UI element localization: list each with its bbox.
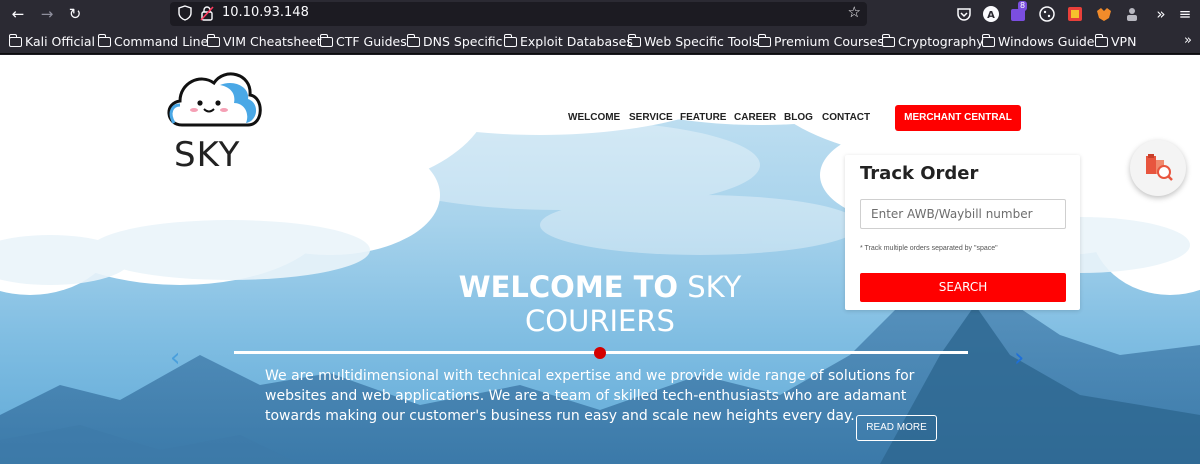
folder-icon xyxy=(1094,33,1108,47)
firefox-fox-icon[interactable] xyxy=(1095,5,1113,23)
extension-badge-count: 8 xyxy=(1018,1,1028,11)
bookmark-dns-specific[interactable]: DNS Specific xyxy=(406,33,503,50)
folder-icon xyxy=(97,33,111,47)
bookmark-ctf-guides[interactable]: CTF Guides xyxy=(319,33,407,50)
bookmark-vpn[interactable]: VPN xyxy=(1094,33,1136,50)
folder-icon xyxy=(206,33,220,47)
cookie-icon[interactable] xyxy=(1038,5,1056,23)
folder-icon xyxy=(881,33,895,47)
browser-toolbar: ← → ↻ 10.10.93.148 ☆ A 8 » ≡ xyxy=(0,0,1200,29)
track-order-title: Track Order xyxy=(860,163,979,184)
folder-icon xyxy=(981,33,995,47)
bookmark-command-line[interactable]: Command Line xyxy=(97,33,208,50)
hero-description: We are multidimensional with technical e… xyxy=(265,368,915,424)
bookmark-cryptography[interactable]: Cryptography xyxy=(881,33,984,50)
bookmark-web-specific-tools[interactable]: Web Specific Tools xyxy=(627,33,759,50)
folder-icon xyxy=(8,33,22,47)
url-text: 10.10.93.148 xyxy=(222,5,309,20)
nav-career[interactable]: CAREER xyxy=(734,112,776,123)
back-icon[interactable]: ← xyxy=(7,3,29,25)
merchant-central-button[interactable]: MERCHANT CENTRAL xyxy=(895,105,1021,131)
shield-icon[interactable] xyxy=(178,5,192,21)
folder-icon xyxy=(627,33,641,47)
bookmark-exploit-databases[interactable]: Exploit Databases xyxy=(503,33,633,50)
bookmark-star-icon[interactable]: ☆ xyxy=(848,3,861,21)
hero-title-sky: SKY xyxy=(687,270,742,304)
folder-icon xyxy=(406,33,420,47)
forward-icon[interactable]: → xyxy=(36,3,58,25)
bookmark-vim-cheatsheet[interactable]: VIM Cheatsheet xyxy=(206,33,322,50)
reload-icon[interactable]: ↻ xyxy=(64,3,86,25)
insecure-lock-icon[interactable] xyxy=(200,5,214,21)
package-search-icon xyxy=(1146,154,1173,181)
carousel-next-arrow[interactable]: › xyxy=(1014,345,1024,371)
folder-icon xyxy=(757,33,771,47)
nav-blog[interactable]: BLOG xyxy=(784,112,813,123)
nav-contact[interactable]: CONTACT xyxy=(822,112,870,123)
bookmarks-overflow-icon[interactable]: » xyxy=(1184,33,1192,48)
overflow-chevron-icon[interactable]: » xyxy=(1150,3,1172,25)
nav-feature[interactable]: FEATURE xyxy=(680,112,726,123)
bookmarks-bar: Kali Official Command Line VIM Cheatshee… xyxy=(0,29,1200,54)
hero-divider-dot xyxy=(594,347,606,359)
floating-track-button[interactable] xyxy=(1130,140,1186,196)
account-icon[interactable]: A xyxy=(982,5,1000,23)
folder-icon xyxy=(319,33,333,47)
read-more-button[interactable]: READ MORE xyxy=(856,415,937,441)
hero-title-bold: WELCOME TO xyxy=(458,270,679,304)
hero-title-couriers: COURIERS xyxy=(525,304,675,338)
menu-icon[interactable]: ≡ xyxy=(1174,3,1196,25)
web-page: SKY WELCOME SERVICE FEATURE CAREER BLOG … xyxy=(0,55,1200,464)
bookmark-windows-guide[interactable]: Windows Guide xyxy=(981,33,1094,50)
address-bar[interactable]: 10.10.93.148 ☆ xyxy=(170,2,867,26)
logo-text[interactable]: SKY xyxy=(174,135,240,175)
awb-number-input[interactable] xyxy=(860,199,1066,229)
track-hint: * Track multiple orders separated by "sp… xyxy=(860,245,998,252)
pocket-icon[interactable] xyxy=(955,5,973,23)
svg-text:A: A xyxy=(987,10,995,21)
folder-icon xyxy=(503,33,517,47)
color-extension-icon[interactable] xyxy=(1066,5,1084,23)
nav-service[interactable]: SERVICE xyxy=(629,112,673,123)
carousel-prev-arrow[interactable]: ‹ xyxy=(170,345,180,371)
bookmark-kali-official[interactable]: Kali Official xyxy=(8,33,95,50)
hero-title: WELCOME TO SKY COURIERS xyxy=(0,270,1200,338)
bookmark-premium-courses[interactable]: Premium Courses xyxy=(757,33,884,50)
spy-extension-icon[interactable] xyxy=(1123,5,1141,23)
nav-welcome[interactable]: WELCOME xyxy=(568,112,620,123)
